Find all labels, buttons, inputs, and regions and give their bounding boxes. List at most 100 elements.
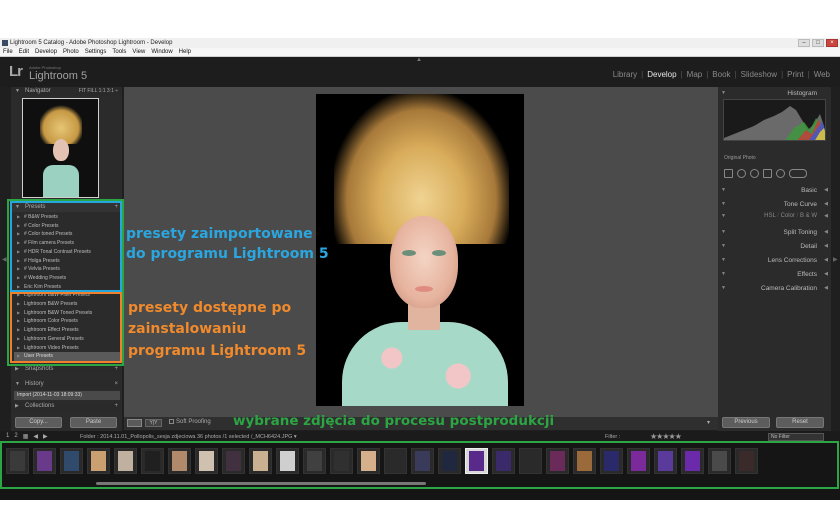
close-button[interactable]: ×	[826, 39, 838, 47]
menu-bar: File Edit Develop Photo Settings Tools V…	[0, 48, 840, 57]
menu-tools[interactable]: Tools	[112, 48, 126, 56]
hsl-section-header[interactable]: ▼ HSL / Color / B & W ◀	[718, 210, 831, 223]
top-panel-toggle-icon[interactable]: ▲	[416, 57, 422, 63]
filter-preset-select[interactable]: No Filter	[768, 433, 824, 441]
effects-title: Effects	[797, 271, 817, 278]
filmstrip-source-path[interactable]: Folder : 2014.11.01_Pollopolis_sesja zdj…	[80, 434, 297, 440]
spot-removal-icon[interactable]	[737, 168, 746, 178]
histogram-title: Histogram	[787, 90, 817, 97]
left-panel-toggle-icon[interactable]: ◀	[2, 256, 7, 263]
right-panel-toggle-icon[interactable]: ▶	[833, 256, 838, 263]
module-library[interactable]: Library	[609, 70, 641, 79]
add-snapshot-button[interactable]: +	[114, 365, 118, 374]
menu-window[interactable]: Window	[151, 48, 172, 56]
basic-section-title: Basic	[801, 187, 817, 194]
minimize-button[interactable]: –	[798, 39, 810, 47]
forward-arrow-icon[interactable]: ▶	[43, 433, 48, 440]
rating-filter[interactable]: ★★★★★	[650, 432, 682, 441]
red-eye-icon[interactable]	[750, 168, 759, 178]
lr-logo: Lr	[9, 63, 23, 80]
lens-corrections-title: Lens Corrections	[767, 257, 817, 264]
product-name: Lightroom 5	[29, 70, 88, 82]
clear-history-button[interactable]: ×	[114, 380, 118, 389]
camera-calibration-title: Camera Calibration	[761, 285, 817, 292]
annotation-imported-line2: do programu Lightroom 5	[126, 246, 329, 262]
reset-button[interactable]: Reset	[776, 417, 824, 428]
maximize-button[interactable]: □	[812, 39, 824, 47]
snapshots-header[interactable]: ▶ Snapshots +	[11, 365, 122, 374]
window-controls: – □ ×	[798, 39, 838, 47]
module-book[interactable]: Book	[708, 70, 734, 79]
detail-title: Detail	[800, 243, 817, 250]
builtin-presets-outline	[10, 292, 122, 363]
graduated-filter-icon[interactable]	[763, 168, 772, 178]
effects-section-header[interactable]: ▼ Effects ◀	[718, 268, 831, 281]
before-after-button[interactable]: Y|Y	[145, 419, 162, 427]
tool-strip	[720, 165, 827, 181]
snapshots-title: Snapshots	[25, 366, 54, 372]
split-toning-section-header[interactable]: ▼ Split Toning ◀	[718, 226, 831, 239]
color-tab[interactable]: Color	[781, 213, 795, 219]
add-collection-button[interactable]: +	[114, 402, 118, 411]
module-web[interactable]: Web	[810, 70, 834, 79]
collections-title: Collections	[25, 403, 55, 409]
previous-button[interactable]: Previous	[722, 417, 770, 428]
history-step[interactable]: Import (2014-11-03 18:09:33)	[14, 391, 120, 400]
detail-section-header[interactable]: ▼ Detail ◀	[718, 240, 831, 253]
navigator-header[interactable]: ▼ Navigator FIT FILL 1:1 3:1 ÷	[11, 87, 122, 96]
module-map[interactable]: Map	[683, 70, 707, 79]
module-slideshow[interactable]: Slideshow	[737, 70, 781, 79]
adjustment-brush-icon[interactable]	[789, 168, 807, 178]
basic-section-header[interactable]: ▼ Basic ◀	[718, 184, 831, 197]
copy-button[interactable]: Copy...	[15, 417, 62, 428]
filmstrip-outline-green	[0, 441, 839, 489]
page-margin	[0, 500, 840, 530]
original-photo-label[interactable]: Original Photo	[724, 155, 756, 161]
grid-view-icon[interactable]: ▦	[23, 433, 29, 440]
menu-settings[interactable]: Settings	[85, 48, 107, 56]
module-print[interactable]: Print	[783, 70, 807, 79]
radial-filter-icon[interactable]	[776, 168, 785, 178]
soft-proofing-label: Soft Proofing	[176, 419, 211, 426]
history-title: History	[25, 381, 44, 387]
screenshot: Lightroom 5 Catalog - Adobe Photoshop Li…	[0, 0, 840, 530]
module-develop[interactable]: Develop	[643, 70, 680, 79]
histogram-curves	[724, 106, 825, 140]
menu-view[interactable]: View	[132, 48, 145, 56]
annotation-filmstrip: wybrane zdjęcia do procesu postprodukcji	[233, 413, 555, 429]
filmstrip-nav: 1 2 ▦ ◀ ▶	[6, 433, 48, 440]
hsl-tab[interactable]: HSL	[764, 213, 775, 219]
split-toning-title: Split Toning	[783, 229, 818, 236]
menu-file[interactable]: File	[3, 48, 13, 56]
loupe-view-button[interactable]	[127, 419, 142, 427]
histogram-graph[interactable]	[723, 99, 826, 141]
paste-button[interactable]: Paste	[70, 417, 117, 428]
window-title: Lightroom 5 Catalog - Adobe Photoshop Li…	[10, 40, 173, 46]
filter-label: Filter :	[605, 434, 621, 440]
navigator-zoom-options[interactable]: FIT FILL 1:1 3:1 ÷	[79, 87, 118, 96]
app-icon	[2, 40, 8, 46]
navigator-title: Navigator	[25, 88, 51, 94]
menu-help[interactable]: Help	[179, 48, 191, 56]
back-arrow-icon[interactable]: ◀	[33, 433, 38, 440]
navigator-preview[interactable]	[22, 98, 99, 198]
collections-header[interactable]: ▶ Collections +	[11, 402, 122, 411]
secondary-window-icon[interactable]: 2	[14, 433, 17, 440]
imported-presets-outline	[10, 201, 122, 292]
menu-edit[interactable]: Edit	[19, 48, 29, 56]
history-header[interactable]: ▼ History ×	[11, 380, 122, 389]
annotation-builtin-line1: presety dostępne po	[128, 300, 292, 316]
window-titlebar: Lightroom 5 Catalog - Adobe Photoshop Li…	[0, 38, 840, 48]
menu-photo[interactable]: Photo	[63, 48, 79, 56]
soft-proofing-toggle[interactable]: Soft Proofing	[169, 419, 211, 425]
main-photo[interactable]	[316, 94, 524, 406]
lens-corrections-section-header[interactable]: ▼ Lens Corrections ◀	[718, 254, 831, 267]
soft-proofing-checkbox[interactable]	[169, 419, 174, 424]
toolbar-menu-chevron-down-icon[interactable]: ▾	[707, 419, 710, 426]
camera-calibration-section-header[interactable]: ▼ Camera Calibration ◀	[718, 282, 831, 295]
crop-icon[interactable]	[724, 168, 733, 178]
menu-develop[interactable]: Develop	[35, 48, 57, 56]
primary-window-icon[interactable]: 1	[6, 433, 9, 440]
tone-curve-section-title: Tone Curve	[783, 201, 817, 208]
bw-tab[interactable]: B & W	[800, 213, 817, 219]
